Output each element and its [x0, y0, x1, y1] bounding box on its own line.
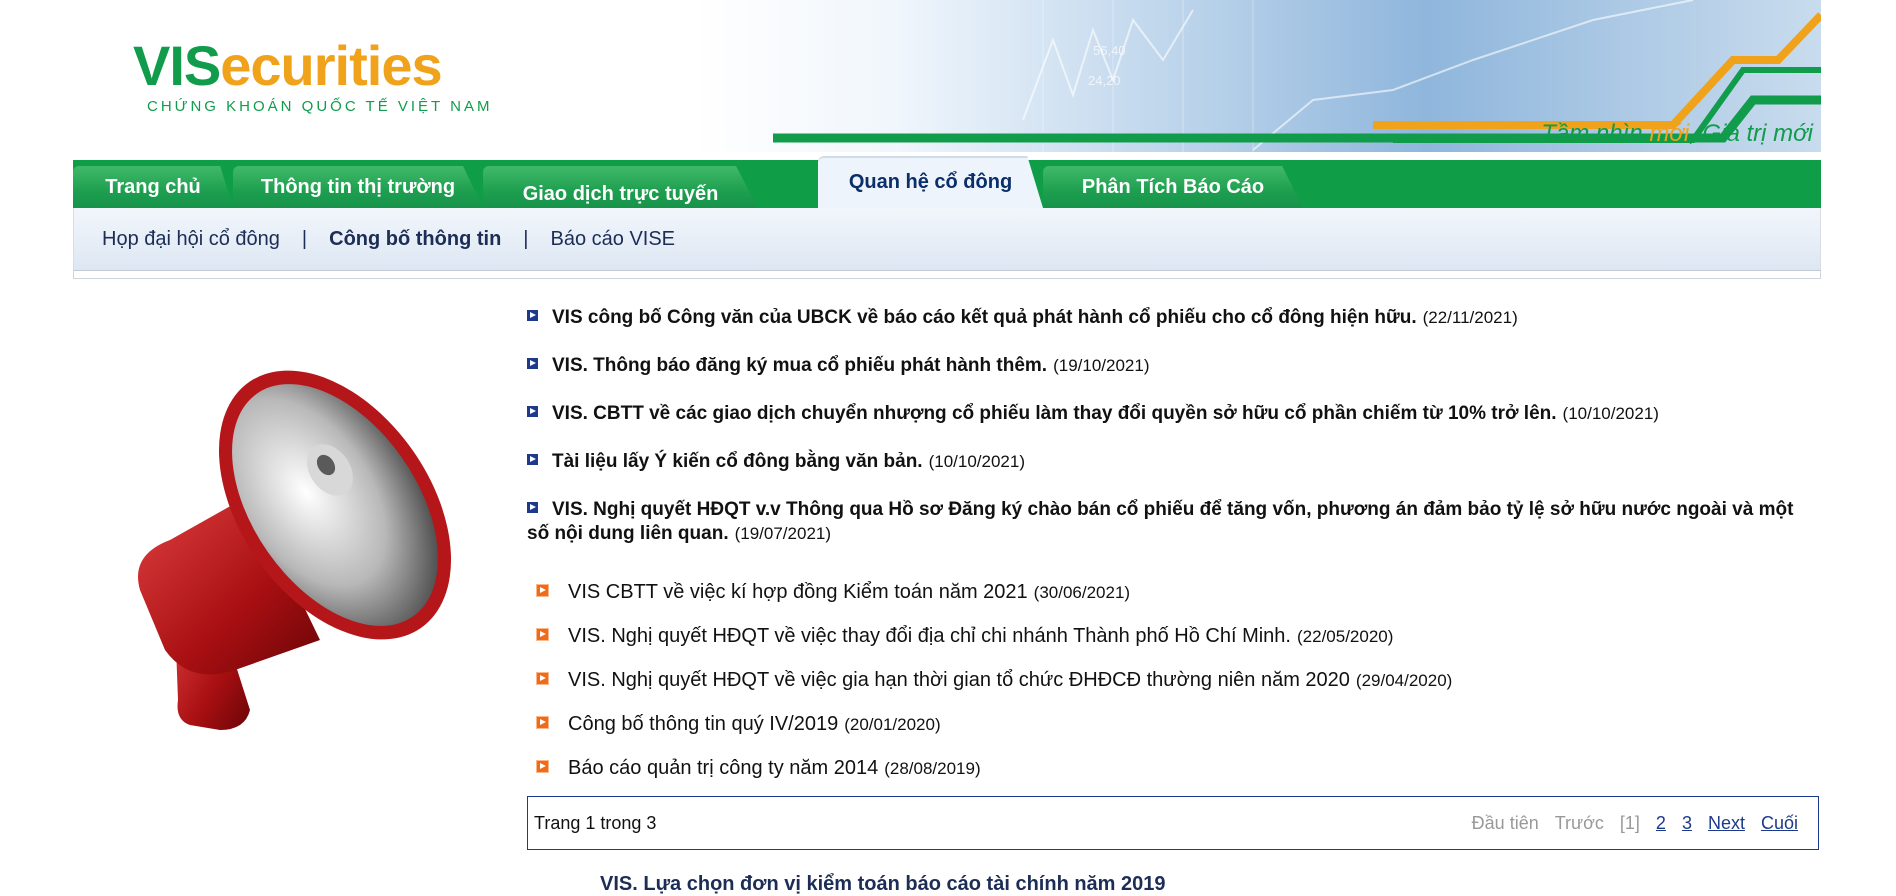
- list-item[interactable]: VIS CBTT về việc kí hợp đồng Kiểm toán n…: [537, 580, 1817, 605]
- older-news-list: VIS CBTT về việc kí hợp đồng Kiểm toán n…: [537, 580, 1817, 800]
- tab-label: Trang chủ: [105, 175, 201, 198]
- news-title[interactable]: VIS. Nghị quyết HĐQT v.v Thông qua Hồ sơ…: [527, 499, 1793, 544]
- bullet-arrow-icon: [537, 761, 548, 773]
- pager-current-page: [1]: [1619, 812, 1640, 833]
- subnav-separator: |: [523, 227, 529, 250]
- tab-giao-dich-truc-tuyen[interactable]: Giao dịch trực tuyến: [483, 166, 758, 208]
- logo-vis: VIS: [133, 34, 221, 97]
- subnav-separator: |: [301, 227, 308, 250]
- news-date: (10/10/2021): [928, 452, 1025, 471]
- news-date: (19/07/2021): [734, 524, 832, 543]
- news-title[interactable]: VIS công bố Công văn của UBCK về báo cáo…: [552, 307, 1417, 328]
- news-item[interactable]: Tài liệu lấy Ý kiến cổ đông bằng văn bản…: [527, 450, 1817, 474]
- list-item-date: (30/06/2021): [1033, 583, 1131, 602]
- news-date: (22/11/2021): [1422, 308, 1518, 327]
- news-item[interactable]: VIS công bố Công văn của UBCK về báo cáo…: [527, 306, 1817, 330]
- slogan-part-1: Tầm nhìn: [1541, 120, 1650, 147]
- bullet-arrow-icon: [537, 717, 548, 729]
- tab-label: Phân Tích Báo Cáo: [1081, 175, 1265, 198]
- list-item-date: (20/01/2020): [844, 715, 941, 734]
- list-item[interactable]: Công bố thông tin quý IV/2019 (20/01/2020…: [537, 712, 1817, 737]
- list-item-title[interactable]: VIS. Nghị quyết HĐQT về việc thay đổi đị…: [568, 625, 1291, 647]
- list-item-title[interactable]: VIS. Nghị quyết HĐQT về việc gia hạn thờ…: [568, 669, 1350, 691]
- pager-prev: Trước: [1554, 812, 1604, 833]
- list-item-date: (28/08/2019): [884, 759, 981, 778]
- news-title[interactable]: Tài liệu lấy Ý kiến cổ đông bằng văn bản…: [552, 451, 923, 472]
- tab-phan-tich-bao-cao[interactable]: Phân Tích Báo Cáo: [1043, 166, 1303, 208]
- pagination-links: Đầu tiên Trước [1] 2 3 Next Cuối: [1472, 813, 1798, 834]
- megaphone-icon: [138, 370, 452, 730]
- news-title[interactable]: VIS. Thông báo đăng ký mua cổ phiếu phát…: [552, 355, 1047, 376]
- featured-news-list: VIS công bố Công văn của UBCK về báo cáo…: [527, 306, 1817, 570]
- pagination: Trang 1 trong 3 Đầu tiên Trước [1] 2 3 N…: [527, 796, 1819, 850]
- tab-quan-he-co-dong[interactable]: Quan hệ cổ đông: [818, 156, 1043, 208]
- bullet-arrow-icon: [527, 358, 538, 370]
- sub-nav: Họp đại hội cổ đông | Công bố thông tin …: [73, 208, 1821, 270]
- site-logo[interactable]: VISecurities CHỨNG KHOÁN QUỐC TẾ VIỆT NA…: [133, 38, 493, 116]
- bullet-arrow-icon: [537, 585, 548, 597]
- news-title[interactable]: VIS. CBTT về các giao dịch chuyển nhượng…: [552, 403, 1557, 424]
- tab-label: Thông tin thị trường: [260, 175, 456, 198]
- tab-trang-chu[interactable]: Trang chủ: [73, 166, 233, 208]
- list-item[interactable]: VIS. Nghị quyết HĐQT về việc gia hạn thờ…: [537, 668, 1817, 693]
- list-item-date: (29/04/2020): [1355, 671, 1453, 690]
- news-item[interactable]: VIS. Thông báo đăng ký mua cổ phiếu phát…: [527, 354, 1817, 378]
- list-item[interactable]: VIS. Nghị quyết HĐQT về việc thay đổi đị…: [537, 624, 1817, 649]
- list-item-title[interactable]: VIS CBTT về việc kí hợp đồng Kiểm toán n…: [568, 581, 1028, 603]
- main-nav: Trang chủ Thông tin thị trường Giao dịch…: [73, 156, 1821, 208]
- section-heading[interactable]: VIS. Lựa chọn đơn vị kiểm toán báo cáo t…: [600, 873, 1166, 896]
- tab-label: Giao dịch trực tuyến: [522, 182, 719, 205]
- logo-securities: ecurities: [220, 34, 442, 97]
- megaphone-image: [130, 320, 470, 745]
- bullet-arrow-icon: [527, 502, 538, 514]
- pager-next[interactable]: Next: [1708, 813, 1745, 834]
- bullet-arrow-icon: [527, 406, 538, 418]
- tab-label: Quan hệ cổ đông: [848, 170, 1013, 193]
- list-item[interactable]: Báo cáo quản trị công ty năm 2014 (28/08/…: [537, 756, 1817, 781]
- site-header: 56,40 24,20 Tầm nhìn mới, Giá trị mới VI…: [73, 0, 1821, 160]
- logo-subtitle: CHỨNG KHOÁN QUỐC TẾ VIỆT NAM: [147, 98, 493, 115]
- pager-last[interactable]: Cuối: [1761, 813, 1798, 834]
- sub-nav-items: Họp đại hội cổ đông | Công bố thông tin …: [102, 208, 675, 270]
- news-date: (10/10/2021): [1562, 404, 1659, 423]
- slogan: Tầm nhìn mới, Giá trị mới: [1541, 120, 1813, 148]
- bullet-arrow-icon: [527, 454, 538, 466]
- pager-first: Đầu tiên: [1471, 812, 1539, 833]
- pagination-info: Trang 1 trong 3: [534, 812, 657, 833]
- list-item-title[interactable]: Công bố thông tin quý IV/2019: [568, 713, 838, 735]
- news-date: (19/10/2021): [1053, 356, 1150, 375]
- slogan-part-3: , Giá trị mới: [1689, 120, 1813, 147]
- list-item-title[interactable]: Báo cáo quản trị công ty năm 2014: [568, 757, 878, 779]
- banner-number-2: 24,20: [1088, 73, 1121, 88]
- logo-wordmark: VISecurities: [133, 38, 492, 94]
- subnav-cong-bo-thong-tin[interactable]: Công bố thông tin: [329, 228, 501, 251]
- slogan-part-2: mới: [1649, 120, 1690, 147]
- sub-nav-border: [73, 270, 1821, 279]
- pager-page-2[interactable]: 2: [1656, 813, 1666, 834]
- subnav-bao-cao-vise[interactable]: Báo cáo VISE: [551, 228, 676, 251]
- pager-page-3[interactable]: 3: [1682, 813, 1692, 834]
- news-item[interactable]: VIS. CBTT về các giao dịch chuyển nhượng…: [527, 402, 1817, 426]
- bullet-arrow-icon: [537, 629, 548, 641]
- header-banner: 56,40 24,20 Tầm nhìn mới, Giá trị mới: [693, 0, 1821, 152]
- bullet-arrow-icon: [527, 310, 538, 322]
- banner-number-1: 56,40: [1093, 43, 1126, 58]
- news-item[interactable]: VIS. Nghị quyết HĐQT v.v Thông qua Hồ sơ…: [527, 498, 1817, 546]
- bullet-arrow-icon: [537, 673, 548, 685]
- tab-thong-tin-thi-truong[interactable]: Thông tin thị trường: [233, 166, 483, 208]
- subnav-hop-dai-hoi-co-dong[interactable]: Họp đại hội cổ đông: [102, 228, 280, 251]
- list-item-date: (22/05/2020): [1297, 627, 1394, 646]
